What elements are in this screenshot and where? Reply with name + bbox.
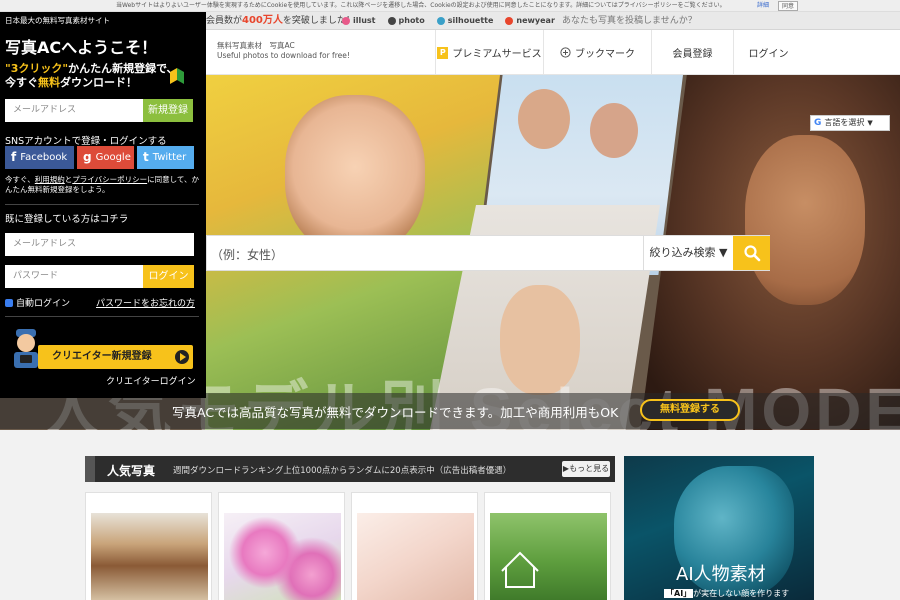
silhouette-logo-icon bbox=[436, 17, 445, 25]
ai-people-ad-banner[interactable]: AI人物素材 「AI」 が実在しない顔を作ります bbox=[624, 456, 814, 600]
more-button[interactable]: ▶もっと見る bbox=[562, 461, 610, 477]
photo-card[interactable] bbox=[484, 492, 611, 600]
photo-card[interactable] bbox=[85, 492, 212, 600]
search-icon bbox=[743, 245, 760, 262]
ad-subtitle: 「AI」 が実在しない顔を作ります bbox=[664, 589, 790, 598]
google-login-button[interactable]: g Google bbox=[77, 146, 134, 169]
checkbox-checked-icon bbox=[5, 298, 13, 307]
google-icon: G bbox=[814, 118, 822, 128]
skin-closeup-photo bbox=[357, 513, 474, 600]
nav-login[interactable]: ログイン bbox=[733, 30, 803, 75]
beginner-mark-icon bbox=[170, 68, 184, 84]
filter-search-dropdown[interactable]: 絞り込み検索 ▼ bbox=[643, 236, 733, 270]
welcome-heading: 写真ACへようこそ！ bbox=[5, 38, 158, 57]
post-invite-link[interactable]: あなたも写真を投稿しませんか？ bbox=[562, 12, 697, 30]
member-count: 400万人 bbox=[242, 15, 283, 26]
sister-sites: illust photo silhouette newyear bbox=[342, 12, 555, 30]
promo-text: "3クリック"かんたん新規登録で、 今すぐ無料ダウンロード！ bbox=[5, 62, 178, 89]
register-email-input[interactable]: メールアドレス bbox=[5, 99, 143, 122]
panel-divider bbox=[5, 316, 199, 317]
site-link-silhouette[interactable]: silhouette bbox=[436, 12, 493, 30]
photo-card-list bbox=[85, 492, 611, 600]
cosmos-flowers-photo bbox=[224, 513, 341, 600]
hero-caption-bar: 写真ACでは高品質な写真が無料でダウンロードできます。加工や商用利用もOK 無料… bbox=[0, 393, 900, 429]
illust-logo-icon bbox=[342, 17, 350, 25]
facebook-login-button[interactable]: f Facebook bbox=[5, 146, 74, 169]
forgot-password-link[interactable]: パスワードをお忘れの方 bbox=[96, 296, 195, 309]
register-button[interactable]: 新規登録 bbox=[143, 99, 193, 122]
header-nav: P プレミアムサービス ブックマーク 会員登録 ログイン bbox=[435, 30, 803, 75]
login-email-input[interactable]: メールアドレス bbox=[5, 233, 194, 256]
popular-photos-section: 人気写真 週間ダウンロードランキング上位1000点からランダムに20点表示中（広… bbox=[85, 456, 615, 600]
search-bar: （例：女性） 絞り込み検索 ▼ bbox=[206, 235, 770, 271]
section-title: 人気写真 bbox=[107, 464, 156, 478]
logo-title: 無料写真素材 写真AC bbox=[217, 41, 295, 50]
search-button[interactable] bbox=[733, 236, 770, 270]
cookie-agree-button[interactable]: 同意 bbox=[778, 1, 799, 11]
nav-bookmark[interactable]: ブックマーク bbox=[543, 30, 651, 75]
logo-tagline: Useful photos to download for free! bbox=[217, 51, 350, 60]
premium-p-icon: P bbox=[437, 46, 449, 59]
photo-logo-icon bbox=[387, 17, 396, 25]
terms-notice: 今すぐ、利用規約とプライバシーポリシーに同意して、かんたん無料新規登録をしよう。 bbox=[5, 175, 200, 194]
member-count-notice: 会員数が400万人を突破しました！ bbox=[206, 15, 355, 26]
existing-user-label: 既に登録している方はコチラ bbox=[5, 214, 129, 225]
cookie-notice-bar: 当Webサイトはよりよいユーザー体験を実現するためにCookieを使用しています… bbox=[0, 0, 900, 12]
google-plus-icon: g bbox=[83, 150, 92, 164]
site-link-newyear[interactable]: newyear bbox=[505, 12, 555, 30]
login-panel: 日本最大の無料写真素材サイト 写真ACへようこそ！ "3クリック"かんたん新規登… bbox=[0, 12, 206, 398]
facebook-icon: f bbox=[11, 150, 17, 164]
photo-card[interactable] bbox=[351, 492, 478, 600]
nav-premium[interactable]: P プレミアムサービス bbox=[435, 30, 543, 75]
books-photo bbox=[91, 513, 208, 600]
site-link-photo[interactable]: photo bbox=[387, 12, 425, 30]
login-button[interactable]: ログイン bbox=[143, 265, 194, 288]
password-input[interactable]: パスワード bbox=[5, 265, 143, 288]
twitter-bird-icon: t bbox=[143, 150, 149, 164]
cookie-detail-link[interactable]: 詳細 bbox=[757, 0, 769, 12]
newyear-logo-icon bbox=[505, 17, 514, 25]
photo-card[interactable] bbox=[218, 492, 345, 600]
site-logo[interactable]: 無料写真素材 写真AC Useful photos to download fo… bbox=[217, 41, 350, 61]
play-arrow-icon bbox=[175, 350, 189, 364]
creator-register-button[interactable]: クリエイター新規登録 bbox=[38, 345, 193, 369]
ad-title: AI人物素材 bbox=[676, 564, 766, 585]
privacy-policy-link[interactable]: プライバシーポリシー bbox=[72, 175, 147, 184]
cookie-notice-text: 当Webサイトはよりよいユーザー体験を実現するためにCookieを使用しています… bbox=[116, 2, 726, 9]
sns-label: SNSアカウントで登録・ログインする bbox=[5, 136, 167, 147]
creator-login-link[interactable]: クリエイターログイン bbox=[106, 374, 196, 387]
panel-divider bbox=[5, 204, 199, 205]
twitter-login-button[interactable]: t Twitter bbox=[137, 146, 194, 169]
site-link-illust[interactable]: illust bbox=[342, 12, 376, 30]
terms-link[interactable]: 利用規約 bbox=[35, 175, 65, 184]
nav-register[interactable]: 会員登録 bbox=[651, 30, 733, 75]
free-register-button[interactable]: 無料登録する bbox=[640, 399, 740, 421]
auto-login-checkbox[interactable]: 自動ログイン bbox=[5, 296, 70, 309]
dropdown-arrow-icon: ▼ bbox=[867, 119, 873, 127]
house-outline-icon bbox=[501, 551, 539, 588]
house-on-grass-photo bbox=[490, 513, 607, 600]
site-tagline: 日本最大の無料写真素材サイト bbox=[5, 16, 110, 25]
section-header: 人気写真 週間ダウンロードランキング上位1000点からランダムに20点表示中（広… bbox=[85, 456, 615, 482]
search-input[interactable]: （例：女性） bbox=[211, 246, 283, 263]
hero-caption-text: 写真ACでは高品質な写真が無料でダウンロードできます。加工や商用利用もOK bbox=[172, 405, 619, 420]
plus-circle-icon bbox=[560, 47, 571, 58]
language-select-button[interactable]: G 言語を選択 ▼ bbox=[810, 115, 890, 131]
section-subtitle: 週間ダウンロードランキング上位1000点からランダムに20点表示中（広告出稿者優… bbox=[173, 466, 512, 476]
